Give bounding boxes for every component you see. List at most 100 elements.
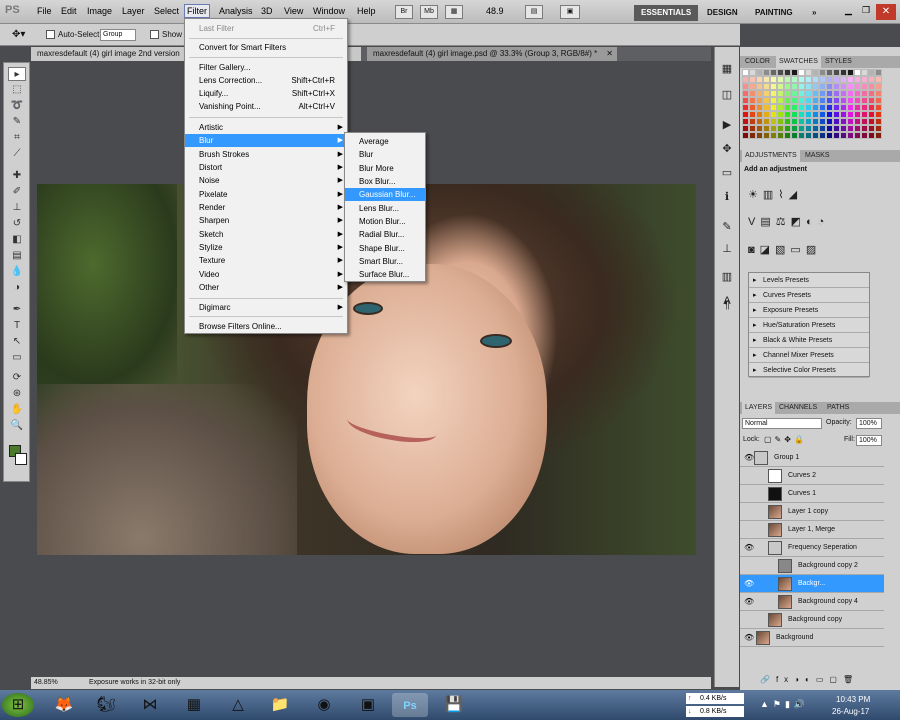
color-swatch[interactable] [861, 132, 868, 139]
color-swatch[interactable] [868, 125, 875, 132]
view-extras-icon[interactable]: ▦ [445, 5, 463, 19]
color-swatch[interactable] [833, 97, 840, 104]
pen-tool-icon[interactable]: ✒ [8, 303, 26, 317]
menu-select[interactable]: Select [154, 6, 179, 16]
tab-adjustments[interactable]: ADJUSTMENTS [742, 150, 800, 162]
tab-masks[interactable]: MASKS [802, 150, 833, 162]
color-swatch[interactable] [749, 97, 756, 104]
color-swatch[interactable] [805, 104, 812, 111]
color-swatch[interactable] [868, 104, 875, 111]
layer-row[interactable]: 👁 Backgr... [740, 575, 884, 593]
color-swatch[interactable] [805, 132, 812, 139]
color-swatch[interactable] [777, 76, 784, 83]
menu-average[interactable]: Average [345, 135, 425, 148]
paragraph-icon[interactable]: ¶ [719, 297, 735, 313]
color-swatch[interactable] [840, 111, 847, 118]
curves-presets[interactable]: Curves Presets [749, 288, 869, 303]
color-swatch[interactable] [763, 111, 770, 118]
color-swatch[interactable] [784, 69, 791, 76]
color-swatch[interactable] [868, 97, 875, 104]
color-swatch[interactable] [840, 90, 847, 97]
color-swatch[interactable] [847, 83, 854, 90]
color-swatch[interactable] [784, 76, 791, 83]
color-swatch[interactable] [854, 69, 861, 76]
move-tool-icon[interactable]: ✥▾ [12, 29, 25, 40]
3d-icon[interactable]: ▥ [719, 269, 735, 285]
color-swatch[interactable] [749, 125, 756, 132]
color-swatch[interactable] [819, 69, 826, 76]
menu-image[interactable]: Image [87, 6, 112, 16]
menu-sharpen[interactable]: Sharpen ▶ [185, 214, 347, 227]
color-swatch[interactable] [847, 97, 854, 104]
color-swatch[interactable] [770, 76, 777, 83]
color-swatch[interactable] [833, 83, 840, 90]
channel-mixer-presets[interactable]: Channel Mixer Presets [749, 348, 869, 363]
zoom-level[interactable]: 48.9 [486, 6, 504, 16]
color-swatch[interactable] [875, 132, 882, 139]
menu-vanishing-point[interactable]: Vanishing Point... Alt+Ctrl+V [185, 100, 347, 113]
color-swatch[interactable] [819, 104, 826, 111]
levels-presets[interactable]: Levels Presets [749, 273, 869, 288]
tab-paths[interactable]: PATHS [824, 402, 852, 414]
color-swatch[interactable] [798, 76, 805, 83]
color-swatch[interactable] [861, 111, 868, 118]
menu-pixelate[interactable]: Pixelate ▶ [185, 188, 347, 201]
color-swatch[interactable] [812, 90, 819, 97]
calculator-icon[interactable]: ▦ [176, 693, 212, 717]
color-swatch[interactable] [812, 83, 819, 90]
workspace-more[interactable]: » [812, 5, 816, 21]
color-swatch[interactable] [784, 97, 791, 104]
color-swatch[interactable] [861, 76, 868, 83]
layer-row[interactable]: Curves 2 [740, 467, 884, 485]
swatch-grid[interactable] [742, 69, 888, 143]
visual-studio-icon[interactable]: ⋈ [132, 693, 168, 717]
color-swatch[interactable] [826, 104, 833, 111]
color-swatch[interactable] [805, 83, 812, 90]
color-swatch[interactable] [875, 111, 882, 118]
monitor-icon[interactable]: ▣ [350, 693, 386, 717]
color-swatch[interactable] [763, 97, 770, 104]
color-swatch[interactable] [840, 76, 847, 83]
visibility-eye-icon[interactable]: 👁 [744, 629, 754, 647]
color-swatch[interactable] [770, 90, 777, 97]
color-swatch[interactable] [826, 83, 833, 90]
uc-browser-icon[interactable]: 🐿 [88, 693, 124, 717]
color-swatch[interactable] [875, 97, 882, 104]
color-swatch[interactable] [833, 111, 840, 118]
color-swatch[interactable] [826, 111, 833, 118]
color-swatch[interactable] [819, 125, 826, 132]
menu-digimarc[interactable]: Digimarc ▶ [185, 301, 347, 314]
info-icon[interactable]: ℹ [719, 189, 735, 205]
3d-orbit-tool-icon[interactable]: ⊛ [8, 387, 26, 401]
color-swatch[interactable] [749, 132, 756, 139]
color-swatch[interactable] [770, 111, 777, 118]
crop-tool-icon[interactable]: ⌗ [8, 131, 26, 145]
type-tool-icon[interactable]: T [8, 319, 26, 333]
color-swatch[interactable] [812, 125, 819, 132]
color-swatch[interactable] [784, 125, 791, 132]
menu-smart-blur[interactable]: Smart Blur... [345, 255, 425, 268]
color-swatch[interactable] [749, 104, 756, 111]
lock-icons[interactable]: ▢✎✥🔒 [764, 435, 807, 444]
color-swatch[interactable] [777, 90, 784, 97]
path-select-tool-icon[interactable]: ↖ [8, 335, 26, 349]
clock-time[interactable]: 10:43 PM [836, 695, 870, 704]
menu-liquify[interactable]: Liquify... Shift+Ctrl+X [185, 87, 347, 100]
color-swatch[interactable] [791, 118, 798, 125]
color-swatch[interactable] [875, 118, 882, 125]
fill-field[interactable]: 100% [856, 435, 882, 446]
quick-select-tool-icon[interactable]: ✎ [8, 115, 26, 129]
eyedropper-tool-icon[interactable]: ⟋ [8, 147, 26, 161]
layer-row[interactable]: Background copy [740, 611, 884, 629]
menu-browse-filters-online[interactable]: Browse Filters Online... [185, 320, 347, 333]
chrome-icon[interactable]: ◉ [306, 693, 342, 717]
color-swatch[interactable] [742, 104, 749, 111]
menu-distort[interactable]: Distort ▶ [185, 161, 347, 174]
actions-icon[interactable]: ▶ [719, 117, 735, 133]
color-swatch[interactable] [819, 90, 826, 97]
color-swatch[interactable] [812, 111, 819, 118]
color-swatch[interactable] [819, 83, 826, 90]
color-swatch[interactable] [868, 76, 875, 83]
layer-row[interactable]: Background copy 2 [740, 557, 884, 575]
color-swatch[interactable] [763, 104, 770, 111]
